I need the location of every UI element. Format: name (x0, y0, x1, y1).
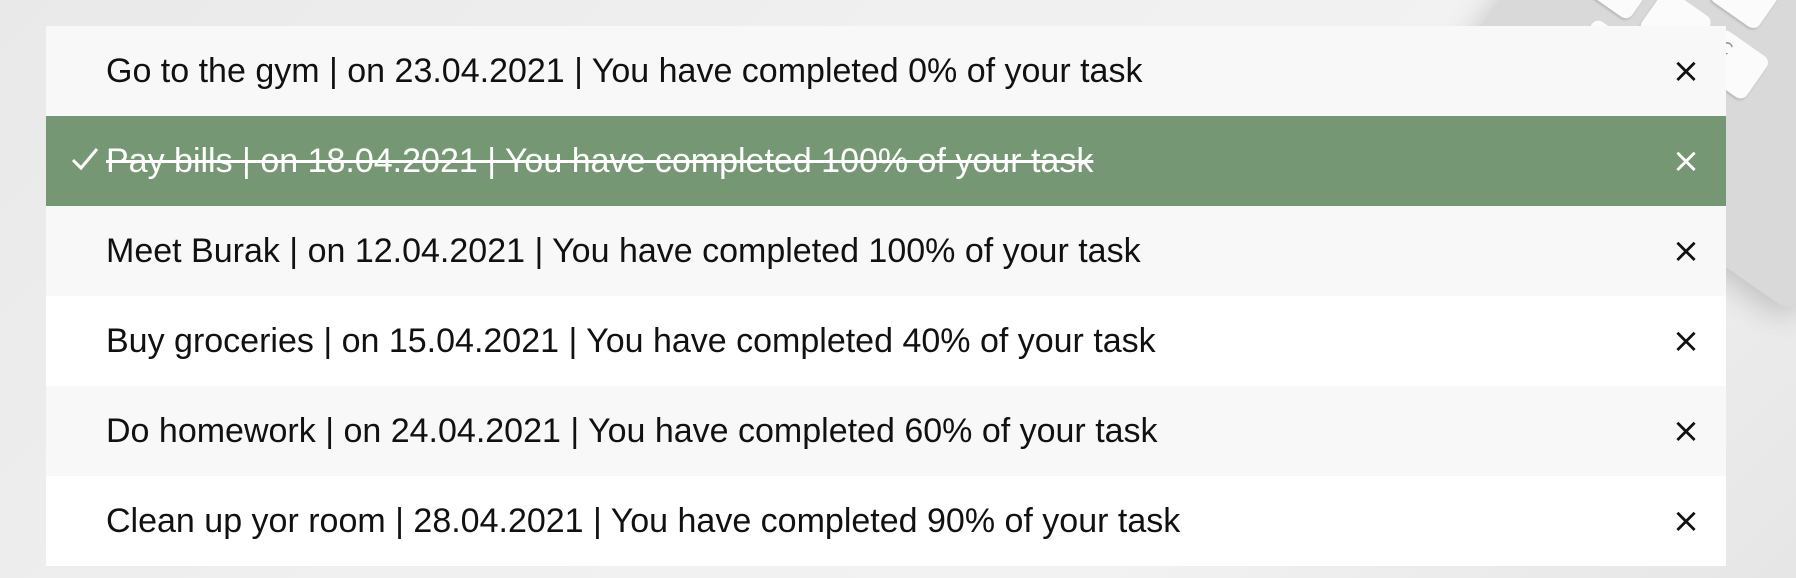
todo-item[interactable]: Pay bills | on 18.04.2021 | You have com… (46, 116, 1726, 206)
todo-item[interactable]: Do homework | on 24.04.2021 | You have c… (46, 386, 1726, 476)
delete-task-button[interactable]: × (1666, 141, 1706, 181)
todo-item-text: Meet Burak | on 12.04.2021 | You have co… (106, 231, 1141, 270)
delete-task-button[interactable]: × (1666, 51, 1706, 91)
delete-task-button[interactable]: × (1666, 411, 1706, 451)
todo-item-text: Do homework | on 24.04.2021 | You have c… (106, 411, 1158, 450)
delete-task-button[interactable]: × (1666, 321, 1706, 361)
delete-task-button[interactable]: × (1666, 501, 1706, 541)
delete-task-button[interactable]: × (1666, 231, 1706, 271)
todo-item-text: Go to the gym | on 23.04.2021 | You have… (106, 51, 1143, 90)
todo-item[interactable]: Clean up yor room | 28.04.2021 | You hav… (46, 476, 1726, 566)
keyboard-key: Z (1580, 0, 1657, 22)
todo-list: Go to the gym | on 23.04.2021 | You have… (46, 26, 1726, 566)
todo-item[interactable]: Meet Burak | on 12.04.2021 | You have co… (46, 206, 1726, 296)
todo-item[interactable]: Go to the gym | on 23.04.2021 | You have… (46, 26, 1726, 116)
checkmark-icon (71, 148, 99, 171)
todo-item-text: Buy groceries | on 15.04.2021 | You have… (106, 321, 1156, 360)
todo-item-text: Pay bills | on 18.04.2021 | You have com… (106, 141, 1094, 180)
todo-item-text: Clean up yor room | 28.04.2021 | You hav… (106, 501, 1181, 540)
todo-item[interactable]: Buy groceries | on 15.04.2021 | You have… (46, 296, 1726, 386)
